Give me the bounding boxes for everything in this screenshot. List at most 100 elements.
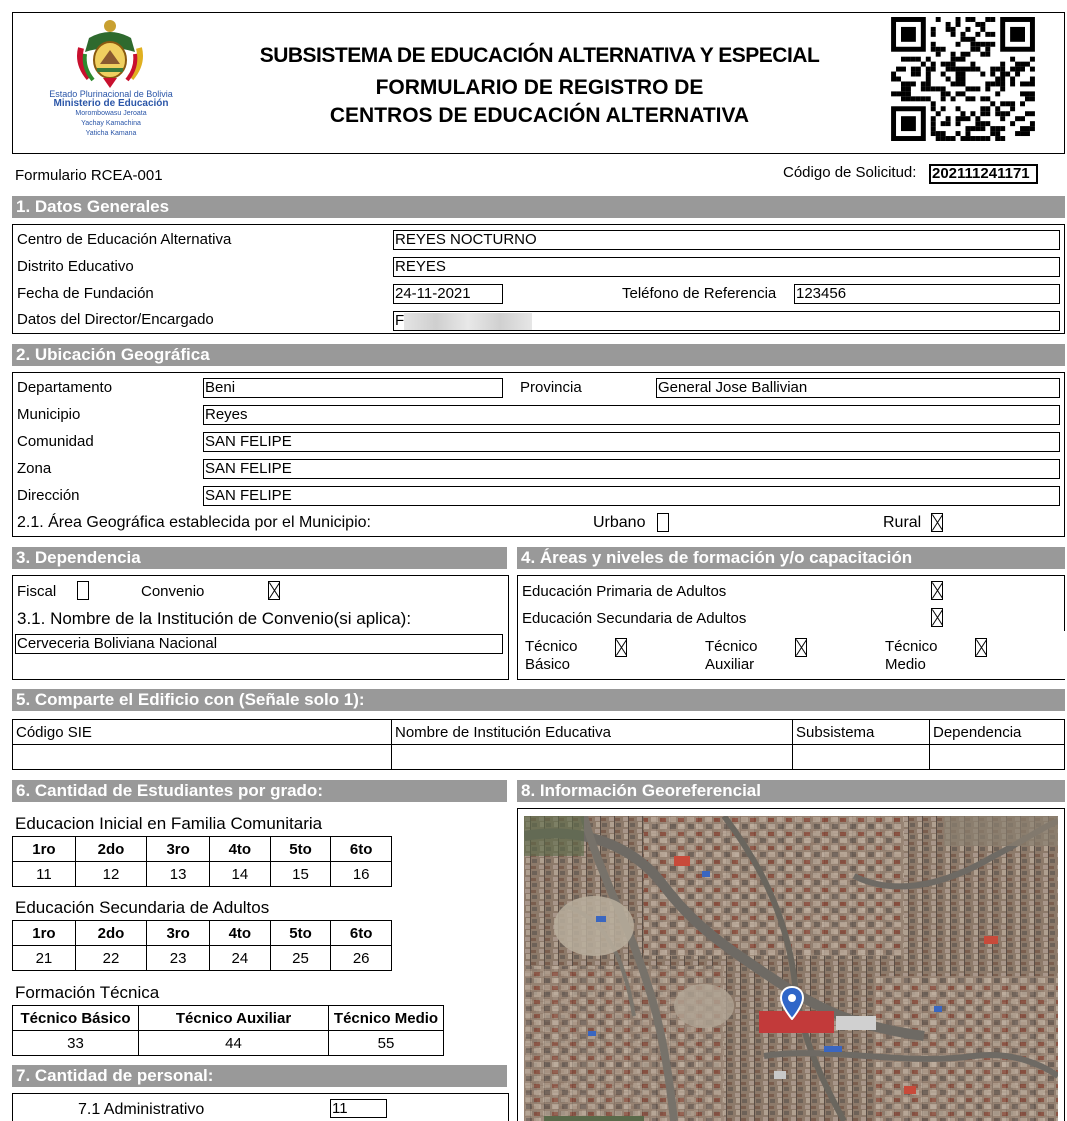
secundaria-h-3: 4to [209,920,271,946]
table-header-row: Código SIE Nombre de Institución Educati… [12,719,1065,745]
direccion-field[interactable]: SAN FELIPE [203,486,1060,506]
primaria-label: Educación Primaria de Adultos [522,583,727,600]
municipio-field[interactable]: Reyes [203,405,1060,425]
secundaria-header-row: 1ro 2do 3ro 4to 5to 6to [12,920,392,946]
qr-code-icon [890,17,1036,141]
departamento-field[interactable]: Beni [203,378,503,398]
inicial-h-2: 3ro [146,836,211,862]
inicial-header-row: 1ro 2do 3ro 4to 5to 6to [12,836,392,862]
tecnica-h-0: Técnico Básico [12,1005,139,1031]
tecnica-h-1: Técnico Auxiliar [138,1005,329,1031]
medio-label-2: Medio [885,656,926,673]
solicitud-label: Código de Solicitud: [783,164,917,181]
section-2-title: 2. Ubicación Geográfica [12,344,1065,366]
auxiliar-checkbox[interactable] [795,638,807,657]
area-label: 2.1. Área Geográfica establecida por el … [17,514,371,531]
convenio-label: Convenio [141,583,205,600]
header-box: Estado Plurinacional de Bolivia Minister… [12,12,1065,154]
medio-checkbox[interactable] [975,638,987,657]
inicial-h-5: 6to [330,836,392,862]
comunidad-label: Comunidad [17,433,94,450]
medio-label-1: Técnico [885,638,938,655]
medio-label: Técnico Medio [885,638,938,674]
secundaria-h-4: 5to [269,920,332,946]
cell-nombre[interactable] [391,744,793,770]
inicial-v-1[interactable]: 12 [74,861,148,887]
tecnica-v-2[interactable]: 55 [328,1030,444,1056]
tecnica-label: Formación Técnica [15,983,160,1002]
section-7-title: 7. Cantidad de personal: [12,1065,507,1087]
auxiliar-label-1: Técnico [705,638,758,655]
urbano-checkbox[interactable] [657,513,669,532]
cell-dependencia[interactable] [929,744,1065,770]
col-subsistema: Subsistema [792,719,930,745]
rural-checkbox[interactable] [931,513,943,532]
distrito-field[interactable]: REYES [393,257,1060,277]
administrativo-label: 7.1 Administrativo [78,1101,205,1118]
administrativo-field[interactable]: 11 [330,1099,387,1118]
auxiliar-label: Técnico Auxiliar [705,638,758,674]
secundaria-checkbox[interactable] [931,608,943,627]
telefono-label: Teléfono de Referencia [622,285,777,302]
section-6-title: 6. Cantidad de Estudiantes por grado: [12,780,507,802]
inicial-table: 1ro 2do 3ro 4to 5to 6to 11 12 13 14 15 1… [12,836,392,887]
provincia-label: Provincia [520,379,582,396]
shared-building-table: Código SIE Nombre de Institución Educati… [12,719,1065,770]
map-pin-icon[interactable] [779,985,805,1021]
inicial-v-2[interactable]: 13 [146,861,211,887]
secundaria-table-label: Educación Secundaria de Adultos [15,898,270,917]
auxiliar-label-2: Auxiliar [705,656,755,673]
fiscal-checkbox[interactable] [77,581,89,600]
inicial-v-5[interactable]: 16 [330,861,392,887]
fecha-field[interactable]: 24-11-2021 [393,284,503,304]
director-field[interactable]: FF [393,311,1060,331]
secundaria-v-3[interactable]: 24 [209,945,271,971]
provincia-field[interactable]: General Jose Ballivian [656,378,1060,398]
col-codigo-sie: Código SIE [12,719,392,745]
cell-subsistema[interactable] [792,744,930,770]
primaria-checkbox[interactable] [931,581,943,600]
institucion-field[interactable]: Cerveceria Boliviana Nacional [15,634,503,654]
secundaria-v-4[interactable]: 25 [269,945,332,971]
section-3-title: 3. Dependencia [12,547,507,569]
telefono-field[interactable]: 123456 [794,284,1060,304]
secundaria-v-5[interactable]: 26 [330,945,392,971]
comunidad-field[interactable]: SAN FELIPE [203,432,1060,452]
inicial-v-3[interactable]: 14 [209,861,271,887]
section-4-right-edge [1064,575,1065,631]
secundaria-h-1: 2do [74,920,148,946]
table-row [12,744,1065,770]
secundaria-v-1[interactable]: 22 [74,945,148,971]
secundaria-h-2: 3ro [146,920,211,946]
zona-field[interactable]: SAN FELIPE [203,459,1060,479]
inicial-value-row: 11 12 13 14 15 16 [12,861,392,887]
inicial-v-0[interactable]: 11 [12,861,76,887]
secundaria-v-0[interactable]: 21 [12,945,76,971]
tecnica-table: Técnico Básico Técnico Auxiliar Técnico … [12,1005,444,1056]
tecnica-h-2: Técnico Medio [328,1005,444,1031]
secundaria-v-2[interactable]: 23 [146,945,211,971]
inicial-v-4[interactable]: 15 [269,861,332,887]
secundaria-value-row: 21 22 23 24 25 26 [12,945,392,971]
tecnica-v-1[interactable]: 44 [138,1030,329,1056]
institucion-label: 3.1. Nombre de la Institución de Conveni… [17,609,412,628]
convenio-checkbox[interactable] [268,581,280,600]
basico-checkbox[interactable] [615,638,627,657]
form-id: Formulario RCEA-001 [15,167,163,184]
section-5-title: 5. Comparte el Edificio con (Señale solo… [12,689,1065,711]
col-nombre: Nombre de Institución Educativa [391,719,793,745]
section-1-title: 1. Datos Generales [12,196,1065,218]
tecnica-v-0[interactable]: 33 [12,1030,139,1056]
director-label: Datos del Director/Encargado [17,311,214,328]
inicial-h-4: 5to [269,836,332,862]
section-4-title: 4. Áreas y niveles de formación y/o capa… [517,547,1065,569]
basico-label-2: Básico [525,656,571,673]
urbano-label: Urbano [593,514,646,531]
basico-label-1: Técnico [525,638,578,655]
centro-field[interactable]: REYES NOCTURNO [393,230,1060,250]
satellite-map[interactable] [524,816,1058,1121]
tecnica-header-row: Técnico Básico Técnico Auxiliar Técnico … [12,1005,444,1031]
cell-codigo[interactable] [12,744,392,770]
direccion-label: Dirección [17,487,80,504]
inicial-label: Educacion Inicial en Familia Comunitaria [15,814,323,833]
